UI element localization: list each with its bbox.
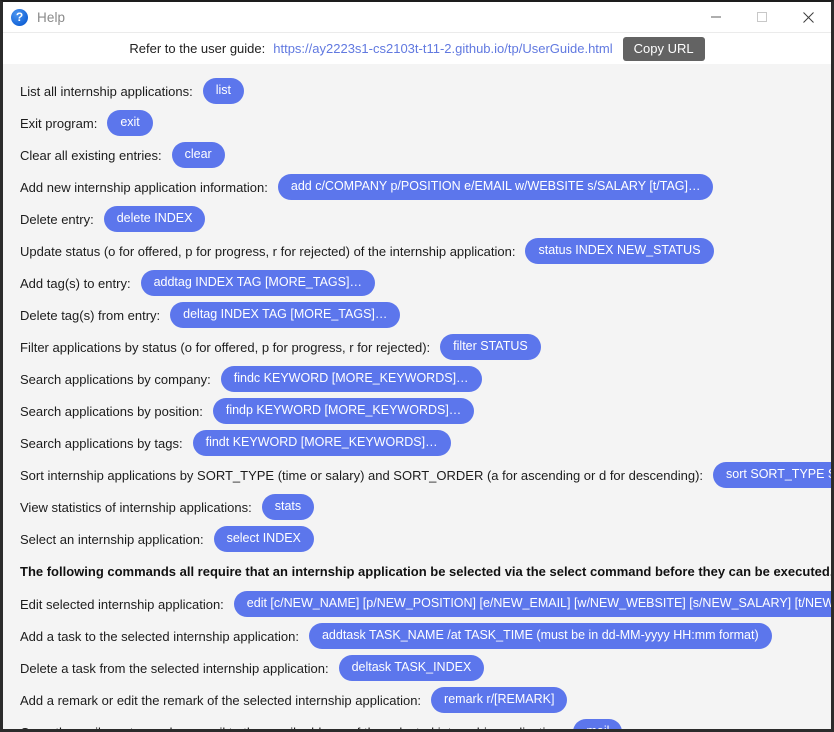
copy-url-button[interactable]: Copy URL (622, 36, 705, 61)
command-row: Search applications by tags: findt KEYWOR… (20, 427, 831, 459)
command-pill-button[interactable]: sort SORT_TYPE SORT_ORDER (713, 462, 831, 488)
command-pill-button[interactable]: findp KEYWORD [MORE_KEYWORDS]… (212, 398, 475, 424)
command-row: List all internship applications: list (20, 75, 831, 107)
command-pill-button[interactable]: delete INDEX (103, 206, 206, 232)
command-description: Delete entry: (20, 211, 94, 227)
help-window: ? Help Refer to the user guide: https://… (0, 0, 834, 732)
command-row: View statistics of internship applicatio… (20, 491, 831, 523)
command-row: Search applications by company: findc KEY… (20, 363, 831, 395)
command-row: Search applications by position: findp KE… (20, 395, 831, 427)
command-description: List all internship applications: (20, 83, 193, 99)
command-row: Edit selected internship application: edi… (20, 588, 831, 620)
command-row: Delete tag(s) from entry: deltag INDEX TA… (20, 299, 831, 331)
command-description: Delete tag(s) from entry: (20, 307, 161, 323)
command-pill-button[interactable]: addtask TASK_NAME /at TASK_TIME (must be… (308, 623, 772, 649)
close-icon[interactable] (785, 2, 831, 32)
command-row: Delete a task from the selected internsh… (20, 652, 831, 684)
command-row: Update status (o for offered, p for prog… (20, 235, 831, 267)
command-row: Add a remark or edit the remark of the s… (20, 684, 831, 716)
command-pill-button[interactable]: remark r/[REMARK] (431, 687, 568, 713)
command-pill-button[interactable]: addtag INDEX TAG [MORE_TAGS]… (140, 270, 375, 296)
command-description: Clear all existing entries: (20, 147, 162, 163)
command-row: Add tag(s) to entry: addtag INDEX TAG [MO… (20, 267, 831, 299)
command-pill-button[interactable]: mail (573, 719, 623, 729)
selection-note-row: The following commands all require that … (20, 555, 831, 588)
command-pill-button[interactable]: edit [c/NEW_NAME] [p/NEW_POSITION] [e/NE… (233, 591, 831, 617)
command-row: Exit program: exit (20, 107, 831, 139)
command-pill-button[interactable]: filter STATUS (440, 334, 541, 360)
command-row: Add new internship application informati… (20, 171, 831, 203)
command-pill-button[interactable]: findc KEYWORD [MORE_KEYWORDS]… (220, 366, 482, 392)
command-row: Add a task to the selected internship ap… (20, 620, 831, 652)
command-description: Select an internship application: (20, 531, 204, 547)
user-guide-label: Refer to the user guide: (129, 41, 266, 56)
command-description: Update status (o for offered, p for prog… (20, 243, 516, 259)
window-controls (693, 2, 831, 32)
command-description: Search applications by tags: (20, 435, 183, 451)
command-description: Add a task to the selected internship ap… (20, 628, 299, 644)
command-row: Select an internship application: select … (20, 523, 831, 555)
command-description: Edit selected internship application: (20, 596, 224, 612)
command-pill-button[interactable]: deltask TASK_INDEX (338, 655, 485, 681)
command-pill-button[interactable]: clear (171, 142, 225, 168)
maximize-icon[interactable] (739, 2, 785, 32)
user-guide-url-link[interactable]: https://ay2223s1-cs2103t-t11-2.github.io… (273, 41, 612, 56)
command-description: Add new internship application informati… (20, 179, 268, 195)
command-pill-button[interactable]: deltag INDEX TAG [MORE_TAGS]… (170, 302, 401, 328)
command-description: Exit program: (20, 115, 98, 131)
command-pill-button[interactable]: stats (261, 494, 315, 520)
command-description: Open the mail app to send an email to th… (20, 725, 563, 730)
command-row: Clear all existing entries: clear (20, 139, 831, 171)
command-description: Filter applications by status (o for off… (20, 339, 431, 355)
command-pill-button[interactable]: select INDEX (213, 526, 314, 552)
command-pill-button[interactable]: status INDEX NEW_STATUS (525, 238, 714, 264)
command-row: Filter applications by status (o for off… (20, 331, 831, 363)
minimize-icon[interactable] (693, 2, 739, 32)
command-row: Sort internship applications by SORT_TYP… (20, 459, 831, 491)
command-row: Open the mail app to send an email to th… (20, 716, 831, 729)
command-description: View statistics of internship applicatio… (20, 499, 252, 515)
command-list: List all internship applications: list Exi… (3, 64, 831, 729)
command-pill-button[interactable]: findt KEYWORD [MORE_KEYWORDS]… (192, 430, 451, 456)
help-circle-icon: ? (11, 8, 28, 26)
command-description: Search applications by position: (20, 403, 203, 419)
selection-note-text: The following commands all require that … (20, 564, 831, 579)
command-row: Delete entry: delete INDEX (20, 203, 831, 235)
command-description: Delete a task from the selected internsh… (20, 660, 329, 676)
window-title: Help (37, 9, 66, 25)
command-description: Sort internship applications by SORT_TYP… (20, 467, 704, 483)
command-description: Add a remark or edit the remark of the s… (20, 692, 422, 708)
command-pill-button[interactable]: add c/COMPANY p/POSITION e/EMAIL w/WEBSI… (277, 174, 714, 200)
command-pill-button[interactable]: list (202, 78, 244, 104)
title-bar: ? Help (3, 2, 831, 33)
user-guide-bar: Refer to the user guide: https://ay2223s… (3, 33, 831, 64)
command-pill-button[interactable]: exit (107, 110, 153, 136)
command-description: Search applications by company: (20, 371, 211, 387)
command-description: Add tag(s) to entry: (20, 275, 131, 291)
